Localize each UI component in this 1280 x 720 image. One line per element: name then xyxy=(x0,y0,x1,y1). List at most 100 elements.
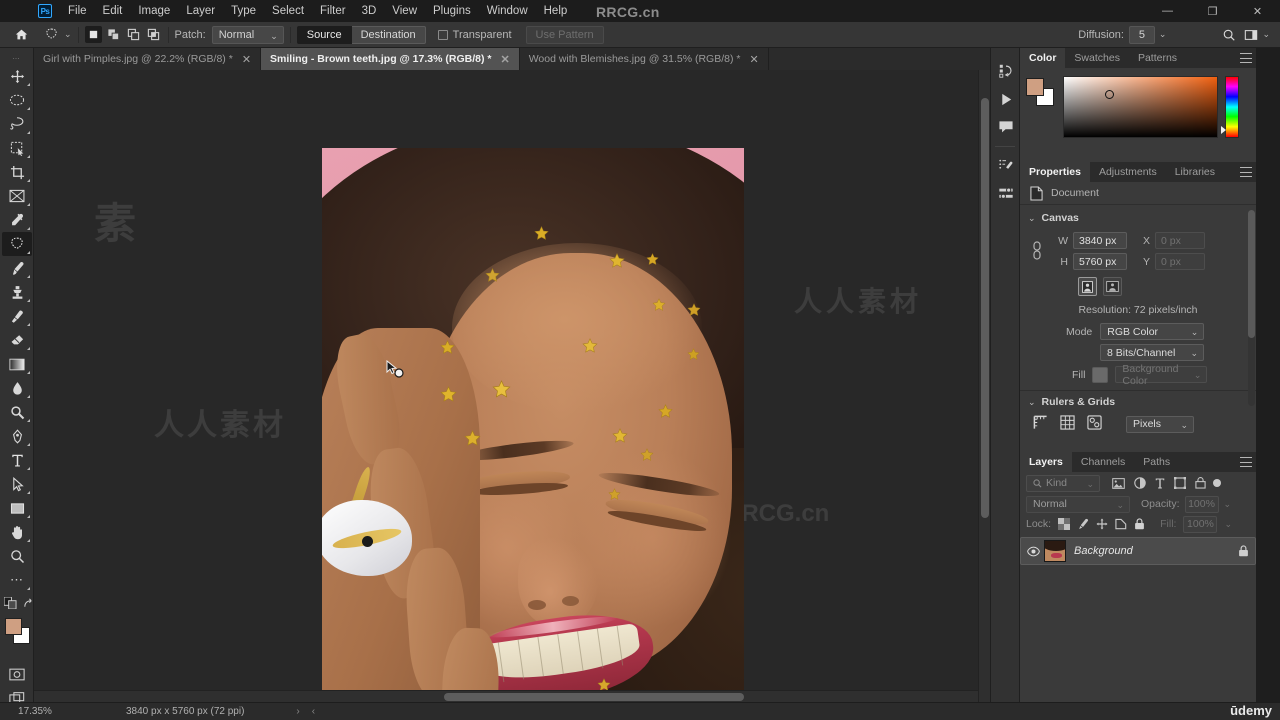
lock-artboard-icon[interactable] xyxy=(1115,518,1127,530)
comments-panel-icon[interactable] xyxy=(993,114,1019,140)
canvas-section-header[interactable]: ⌄ Canvas xyxy=(1020,208,1256,228)
color-panel-swatches[interactable] xyxy=(1026,78,1056,108)
opacity-input[interactable]: 100% xyxy=(1184,495,1219,513)
tab-libraries[interactable]: Libraries xyxy=(1166,162,1224,182)
new-selection-button[interactable] xyxy=(84,26,102,43)
reset-colors-icon[interactable] xyxy=(23,594,34,612)
width-input[interactable]: 3840 px xyxy=(1073,232,1127,249)
patch-tool[interactable] xyxy=(2,232,32,256)
eraser-tool[interactable] xyxy=(2,328,32,352)
status-expand-icon[interactable]: › xyxy=(296,706,299,717)
edit-in-quick-mask-icon[interactable] xyxy=(2,662,32,686)
lock-position-icon[interactable] xyxy=(1096,518,1108,530)
lock-image-icon[interactable] xyxy=(1077,518,1089,530)
transparent-checkbox[interactable]: Transparent xyxy=(437,29,512,41)
maximize-button[interactable]: ❐ xyxy=(1190,0,1235,22)
frame-tool[interactable] xyxy=(2,184,32,208)
scrollbar-thumb[interactable] xyxy=(981,98,989,518)
tab-patterns[interactable]: Patterns xyxy=(1129,48,1186,68)
subtract-from-selection-button[interactable] xyxy=(125,26,142,43)
intersect-selection-button[interactable] xyxy=(145,26,162,43)
canvas-area[interactable]: 素 人人素材 RRCG 人人素材 RRCG.cn xyxy=(34,70,990,702)
menu-file[interactable]: File xyxy=(60,0,95,22)
zoom-tool[interactable] xyxy=(2,544,32,568)
hue-slider[interactable] xyxy=(1221,76,1239,138)
chevron-down-icon[interactable]: ⌄ xyxy=(64,29,72,40)
toolbar-grip[interactable]: ⋯ xyxy=(0,54,33,64)
blend-mode-select[interactable]: Normal ⌄ xyxy=(1026,495,1130,513)
x-input[interactable]: 0 px xyxy=(1155,232,1205,249)
adjustments-presets-panel-icon[interactable] xyxy=(993,181,1019,207)
type-tool[interactable] xyxy=(2,448,32,472)
brush-tool[interactable] xyxy=(2,256,32,280)
hand-tool[interactable] xyxy=(2,520,32,544)
document-tab-smiling-brown-teeth[interactable]: Smiling - Brown teeth.jpg @ 17.3% (RGB/8… xyxy=(261,48,520,70)
chevron-down-icon[interactable]: ⌄ xyxy=(1224,499,1232,510)
lock-icon[interactable] xyxy=(1238,545,1249,557)
filter-kind-select[interactable]: Kind ⌄ xyxy=(1026,474,1100,492)
document-tab-wood-with-blemishes[interactable]: Wood with Blemishes.jpg @ 31.5% (RGB/8) … xyxy=(519,48,769,70)
fill-color-swatch[interactable] xyxy=(1092,366,1109,383)
canvas-horizontal-scrollbar[interactable] xyxy=(34,690,978,702)
diffusion-value[interactable]: 5 xyxy=(1128,25,1155,44)
workspace-icon[interactable] xyxy=(1240,25,1262,45)
close-button[interactable]: ✕ xyxy=(1235,0,1280,22)
guides-icon[interactable] xyxy=(1087,415,1102,433)
type-filter-icon[interactable] xyxy=(1155,477,1165,489)
scrollbar-thumb[interactable] xyxy=(444,693,744,701)
tab-color[interactable]: Color xyxy=(1020,48,1066,68)
menu-window[interactable]: Window xyxy=(479,0,536,22)
image-canvas[interactable] xyxy=(322,148,744,702)
portrait-orientation-icon[interactable] xyxy=(1078,277,1097,296)
close-icon[interactable]: ✕ xyxy=(242,53,251,66)
menu-select[interactable]: Select xyxy=(264,0,312,22)
tab-channels[interactable]: Channels xyxy=(1072,452,1134,472)
zoom-level[interactable]: 17.35% xyxy=(0,706,70,717)
foreground-background-color[interactable] xyxy=(2,616,32,646)
eye-icon[interactable] xyxy=(1027,546,1040,557)
search-icon[interactable] xyxy=(1218,25,1240,45)
pixel-filter-icon[interactable] xyxy=(1112,477,1125,489)
tab-layers[interactable]: Layers xyxy=(1020,452,1072,472)
foreground-color-swatch[interactable] xyxy=(5,618,22,635)
source-button[interactable]: Source xyxy=(296,25,352,44)
patch-mode-select[interactable]: Normal ⌄ xyxy=(211,25,284,44)
brush-settings-panel-icon[interactable] xyxy=(993,153,1019,179)
dodge-tool[interactable] xyxy=(2,400,32,424)
edit-toolbar-tool[interactable]: ⋯ xyxy=(2,568,32,592)
menu-plugins[interactable]: Plugins xyxy=(425,0,479,22)
layer-thumbnail[interactable] xyxy=(1044,540,1066,562)
toggle-filter-icon[interactable] xyxy=(1213,479,1221,487)
y-input[interactable]: 0 px xyxy=(1155,253,1205,270)
menu-help[interactable]: Help xyxy=(536,0,576,22)
path-selection-tool[interactable] xyxy=(2,472,32,496)
menu-view[interactable]: View xyxy=(384,0,425,22)
menu-type[interactable]: Type xyxy=(223,0,264,22)
close-icon[interactable]: ✕ xyxy=(750,53,759,66)
panel-menu-icon[interactable] xyxy=(1240,167,1252,177)
move-tool[interactable] xyxy=(2,64,32,88)
elliptical-marquee-tool[interactable] xyxy=(2,88,32,112)
minimize-button[interactable]: — xyxy=(1145,0,1190,22)
eyedropper-tool[interactable] xyxy=(2,208,32,232)
status-collapse-icon[interactable]: ‹ xyxy=(312,706,315,717)
object-selection-tool[interactable] xyxy=(2,136,32,160)
foreground-color-swatch[interactable] xyxy=(1026,78,1044,96)
menu-3d[interactable]: 3D xyxy=(354,0,385,22)
pen-tool[interactable] xyxy=(2,424,32,448)
fill-input[interactable]: 100% xyxy=(1183,515,1218,533)
landscape-orientation-icon[interactable] xyxy=(1103,277,1122,296)
lasso-tool[interactable] xyxy=(2,112,32,136)
height-input[interactable]: 5760 px xyxy=(1073,253,1127,270)
scrollbar-thumb[interactable] xyxy=(1248,210,1255,338)
link-dimensions-icon[interactable] xyxy=(1032,240,1042,265)
lock-all-icon[interactable] xyxy=(1134,518,1145,530)
adjustment-filter-icon[interactable] xyxy=(1134,477,1146,489)
chevron-down-icon[interactable]: ⌄ xyxy=(1224,519,1232,530)
patch-tool-icon[interactable] xyxy=(40,25,62,45)
quick-mask-icon[interactable] xyxy=(4,594,17,612)
grid-icon[interactable] xyxy=(1060,415,1075,433)
color-mode-select[interactable]: RGB Color ⌄ xyxy=(1100,323,1205,340)
fill-type-select[interactable]: Background Color ⌄ xyxy=(1115,363,1208,387)
tab-paths[interactable]: Paths xyxy=(1134,452,1179,472)
